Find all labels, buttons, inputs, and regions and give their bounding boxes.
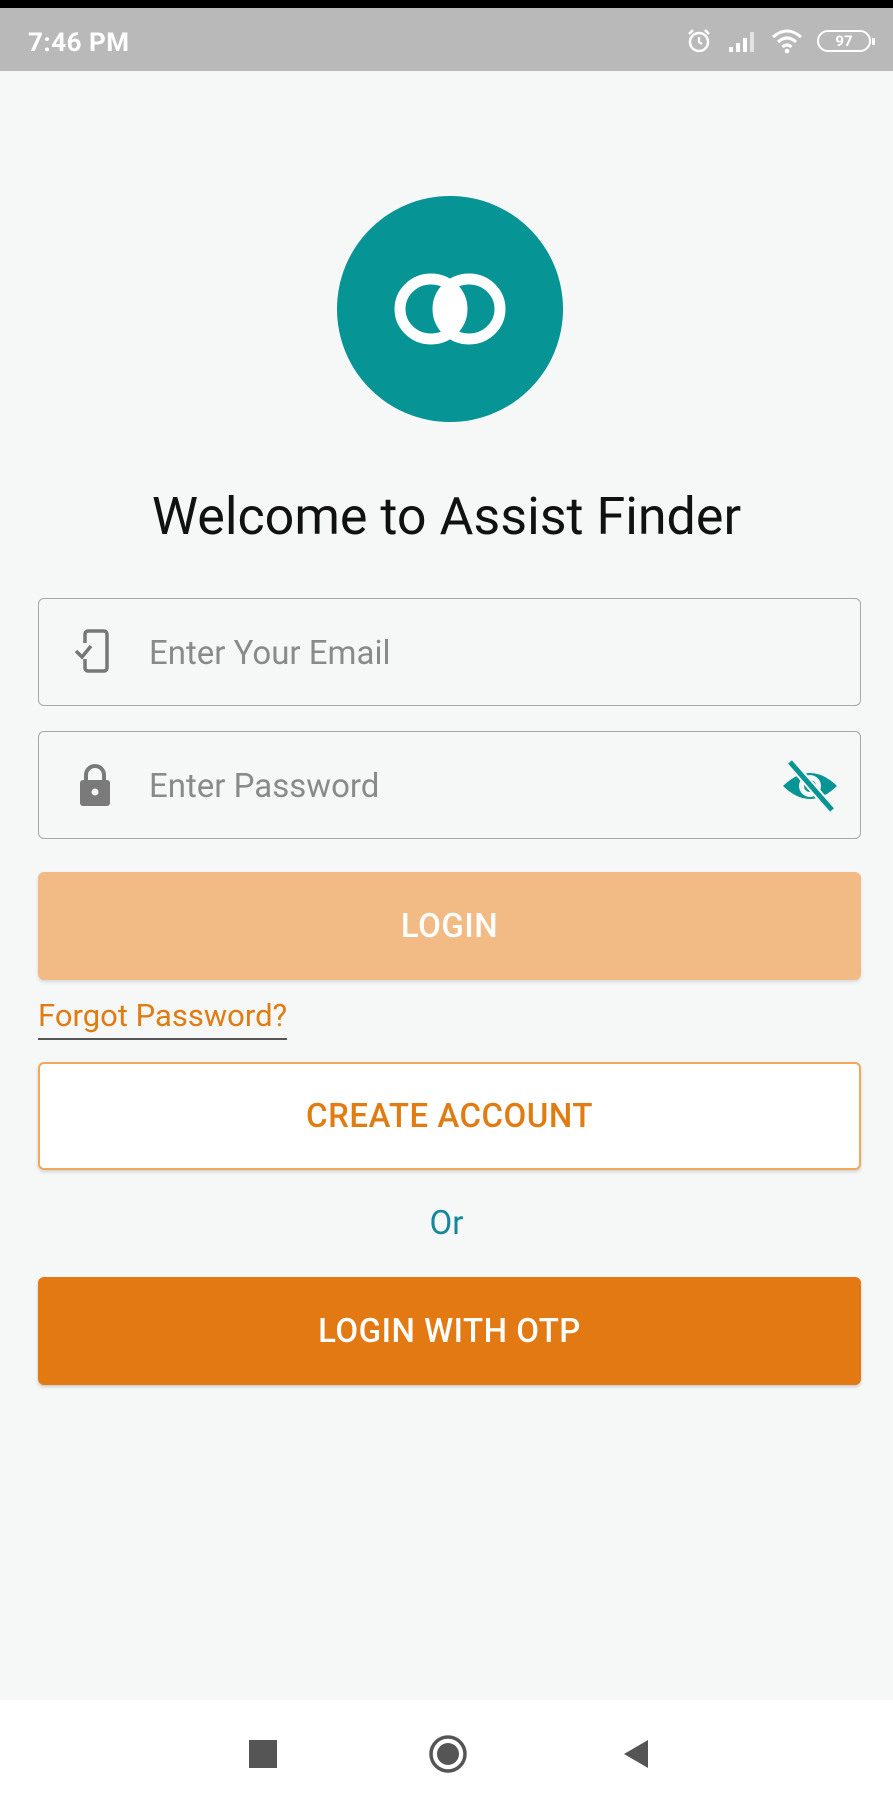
- lock-icon: [80, 764, 110, 806]
- password-input[interactable]: [147, 732, 771, 840]
- password-field[interactable]: [38, 731, 861, 840]
- signal-icon: [729, 32, 754, 52]
- alarm-icon: [688, 29, 710, 53]
- phone-check-icon: [74, 629, 109, 673]
- or-separator: Or: [429, 1204, 464, 1243]
- login-button[interactable]: LOGIN: [38, 872, 861, 980]
- app-logo: [337, 196, 563, 422]
- battery-icon: 97: [817, 30, 875, 52]
- navigation-bar: [0, 1700, 893, 1806]
- forgot-password-link[interactable]: Forgot Password?: [38, 997, 288, 1040]
- wifi-icon: [772, 29, 802, 54]
- status-bar: 7:46 PM 97: [0, 0, 893, 71]
- email-field[interactable]: [38, 598, 861, 707]
- status-time: 7:46 PM: [28, 28, 130, 58]
- eye-off-icon[interactable]: [780, 758, 840, 814]
- recents-icon[interactable]: [245, 1736, 281, 1772]
- login-otp-button[interactable]: LOGIN WITH OTP: [38, 1277, 861, 1385]
- battery-level: 97: [835, 32, 853, 50]
- app-logo-icon: [394, 273, 506, 345]
- create-account-button[interactable]: CREATE ACCOUNT: [38, 1062, 861, 1170]
- email-input[interactable]: [147, 599, 771, 707]
- welcome-title: Welcome to Assist Finder: [151, 486, 742, 547]
- back-icon[interactable]: [618, 1736, 654, 1772]
- home-icon[interactable]: [428, 1734, 468, 1774]
- status-icons: 97: [685, 26, 875, 56]
